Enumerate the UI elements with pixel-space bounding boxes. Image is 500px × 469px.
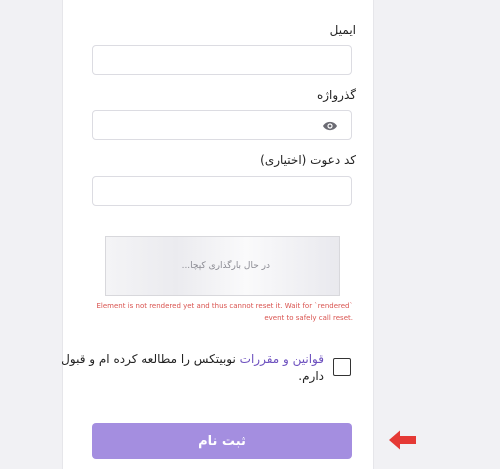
captcha-box[interactable]: در حال بارگذاری کپچا... xyxy=(105,236,340,296)
password-label: گذرواژه xyxy=(316,88,356,102)
captcha-loading-text: در حال بارگذاری کپچا... xyxy=(181,261,270,271)
eye-icon[interactable] xyxy=(322,120,338,132)
password-field-box xyxy=(92,110,352,140)
submit-button[interactable]: ثبت نام xyxy=(92,423,352,459)
terms-checkbox[interactable] xyxy=(333,358,351,376)
captcha-error-line-1: Element is not rendered yet and thus can… xyxy=(96,302,353,310)
email-label: ایمیل xyxy=(329,23,356,37)
email-field-box xyxy=(92,45,352,75)
email-field[interactable] xyxy=(93,46,351,74)
terms-link[interactable]: قوانین و مقررات xyxy=(240,352,324,366)
invite-code-field[interactable] xyxy=(93,177,351,205)
terms-text: نوبیتکس را مطالعه کرده ام و قبول xyxy=(61,352,240,366)
invite-code-field-box xyxy=(92,176,352,206)
password-field[interactable] xyxy=(93,111,351,139)
arrow-left-icon xyxy=(389,430,416,450)
captcha-error-line-2: event to safely call reset. xyxy=(264,314,353,322)
terms-text-line-2: دارم. xyxy=(298,369,324,383)
terms-text-line-1: قوانین و مقررات نوبیتکس را مطالعه کرده ا… xyxy=(61,352,324,366)
invite-code-label: کد دعوت (اختیاری) xyxy=(260,153,356,167)
